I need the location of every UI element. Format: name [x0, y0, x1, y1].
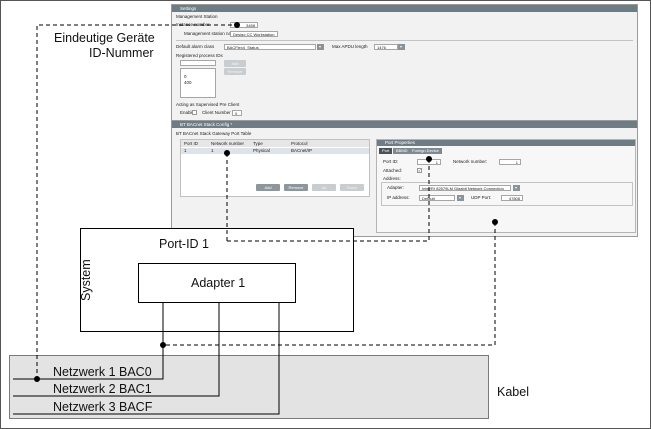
network-3-label: Netzwerk 3 BACF	[53, 400, 153, 414]
diagram-stage: Settings Management Station Instance num…	[0, 0, 651, 429]
device-id-label-line2: ID-Nummer	[89, 46, 154, 60]
cable-annotation: Kabel	[497, 385, 529, 399]
port-id-connector-b	[227, 159, 430, 242]
table-row-marker	[224, 150, 230, 156]
device-id-label-line1: Eindeutige Geräte	[54, 31, 155, 45]
port-id-marker	[426, 156, 432, 162]
network-3-line	[13, 303, 280, 415]
system-annotation: System	[79, 259, 93, 301]
network-2-label: Netzwerk 2 BAC1	[53, 382, 152, 396]
adapter-annotation: Adapter 1	[191, 276, 246, 290]
adapter-network-marker	[160, 342, 166, 348]
instance-number-marker	[234, 22, 240, 28]
port-id-annotation: Port-ID 1	[159, 237, 210, 251]
device-id-connector	[36, 24, 232, 379]
udp-port-marker	[492, 219, 498, 225]
network-1-label: Netzwerk 1 BAC0	[53, 365, 152, 379]
network-1-marker	[34, 376, 40, 382]
